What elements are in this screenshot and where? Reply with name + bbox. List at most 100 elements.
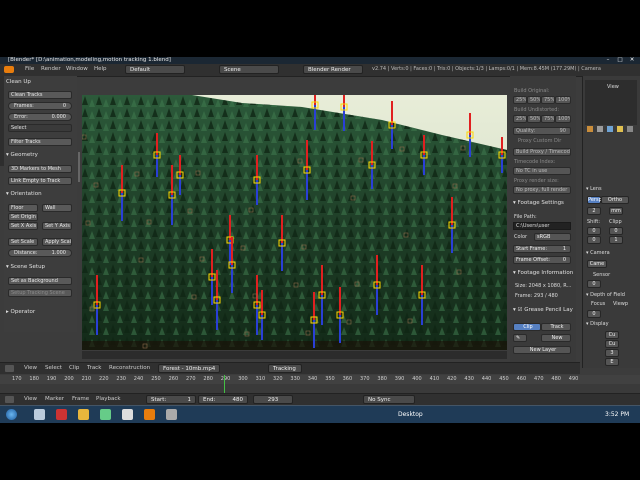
- menu-window[interactable]: Window: [66, 66, 88, 72]
- select-dropdown[interactable]: Select: [8, 124, 72, 132]
- dof-header[interactable]: ▾ Depth of Field: [586, 292, 625, 298]
- scene-icon[interactable]: [596, 126, 603, 132]
- clip-start-field[interactable]: 0: [609, 227, 623, 235]
- quality-field[interactable]: Quality: 90: [513, 127, 571, 135]
- disabled-track-marker[interactable]: [89, 306, 95, 312]
- cleanup-header[interactable]: Clean Up: [6, 78, 76, 86]
- taskbar-app-icon[interactable]: [56, 409, 67, 420]
- taskbar-blender-icon[interactable]: [144, 409, 155, 420]
- operator-header[interactable]: ▸ Operator: [6, 308, 76, 316]
- menu-file[interactable]: File: [25, 66, 34, 72]
- markers-to-mesh-button[interactable]: 3D Markers to Mesh: [8, 165, 72, 173]
- display-check-2[interactable]: Cu: [605, 340, 619, 348]
- apply-scale-button[interactable]: Apply Scal: [42, 238, 72, 246]
- floor-button[interactable]: Floor: [8, 204, 38, 212]
- clip-scrub-bar[interactable]: [82, 351, 507, 359]
- taskbar-app-icon[interactable]: [166, 409, 177, 420]
- render-icon[interactable]: [587, 126, 593, 132]
- disabled-track-marker[interactable]: [93, 182, 99, 188]
- set-x-axis-button[interactable]: Set X Axis: [8, 222, 38, 230]
- error-field[interactable]: Error: 0.000: [8, 113, 72, 121]
- build-undistorted-25[interactable]: 25%: [513, 115, 527, 123]
- disabled-track-marker[interactable]: [142, 343, 148, 349]
- frame-offset-field[interactable]: Frame Offset: 0: [513, 256, 571, 264]
- link-empty-button[interactable]: Link Empty to Track: [8, 177, 72, 185]
- set-scale-button[interactable]: Set Scale: [8, 238, 38, 246]
- footage-information-header[interactable]: ▾ Footage Information: [513, 270, 573, 276]
- display-header[interactable]: ▾ Display: [586, 321, 609, 327]
- gp-clip-tab[interactable]: Clip: [513, 323, 541, 331]
- build-original-100[interactable]: 100%: [555, 96, 571, 104]
- frames-field[interactable]: Frames: 0: [8, 102, 72, 110]
- maximize-button[interactable]: □: [614, 57, 626, 64]
- disabled-track-marker[interactable]: [195, 170, 201, 176]
- clean-tracks-button[interactable]: Clean Tracks: [8, 91, 72, 99]
- timeline-ruler[interactable]: 170 180 190 200 210 220 230 240 250 260 270 280 290 3…: [0, 375, 640, 384]
- blender-logo-icon[interactable]: [4, 66, 14, 73]
- disabled-track-marker[interactable]: [452, 183, 458, 189]
- dof-distance-field[interactable]: 0: [587, 310, 601, 318]
- build-original-25[interactable]: 25%: [513, 96, 527, 104]
- sync-dropdown[interactable]: No Sync: [363, 395, 415, 404]
- tl-menu-marker[interactable]: Marker: [45, 396, 64, 402]
- disabled-track-marker[interactable]: [407, 318, 413, 324]
- camera-data-icon[interactable]: [626, 126, 633, 132]
- disabled-track-marker[interactable]: [346, 319, 352, 325]
- display-check-4[interactable]: E: [605, 358, 619, 366]
- clip-menu-select[interactable]: Select: [45, 365, 62, 371]
- distance-field[interactable]: Distance: 1.000: [8, 249, 72, 257]
- taskbar-app-icon[interactable]: [122, 409, 133, 420]
- scene-dropdown[interactable]: Scene: [219, 65, 279, 74]
- clip-menu-reconstruction[interactable]: Reconstruction: [109, 365, 150, 371]
- menu-render[interactable]: Render: [41, 66, 61, 72]
- disabled-track-marker[interactable]: [248, 207, 254, 213]
- gp-track-tab[interactable]: Track: [541, 323, 571, 331]
- clip-menu-track[interactable]: Track: [87, 365, 101, 371]
- start-frame-field[interactable]: Start: 1: [146, 395, 196, 404]
- set-origin-button[interactable]: Set Origin: [8, 213, 38, 221]
- geometry-header[interactable]: ▾ Geometry: [6, 151, 76, 159]
- taskbar-folder-icon[interactable]: [78, 409, 89, 420]
- disabled-track-marker[interactable]: [187, 208, 193, 214]
- disabled-track-marker[interactable]: [297, 158, 303, 164]
- build-proxy-button[interactable]: Build Proxy / Timecode: [513, 148, 571, 156]
- taskbar-app-icon[interactable]: [100, 409, 111, 420]
- clip-selector[interactable]: Forest - 10mb.mp4: [158, 364, 220, 373]
- disabled-track-marker[interactable]: [301, 244, 307, 250]
- setup-tracking-scene-button[interactable]: Setup Tracking Scene: [8, 289, 72, 297]
- disabled-track-marker[interactable]: [138, 257, 144, 263]
- object-icon[interactable]: [616, 126, 623, 132]
- clip-menu-clip[interactable]: Clip: [69, 365, 79, 371]
- file-path-input[interactable]: C:\Users\user: [513, 222, 571, 230]
- set-background-button[interactable]: Set as Background: [8, 277, 72, 285]
- desktop-toolbar-label[interactable]: Desktop: [398, 411, 423, 418]
- gp-new-button[interactable]: New: [541, 334, 571, 342]
- disabled-track-marker[interactable]: [240, 245, 246, 251]
- mode-dropdown[interactable]: Tracking: [268, 364, 302, 373]
- footage-settings-header[interactable]: ▾ Footage Settings: [513, 200, 564, 206]
- timecode-dropdown[interactable]: No TC in use: [513, 167, 571, 175]
- disabled-track-marker[interactable]: [354, 281, 360, 287]
- build-undistorted-75[interactable]: 75%: [541, 115, 555, 123]
- perspective-button[interactable]: Persp: [587, 196, 602, 204]
- scrollbar[interactable]: [78, 152, 80, 182]
- disabled-track-marker[interactable]: [305, 330, 311, 336]
- lens-unit-dropdown[interactable]: mm: [609, 207, 623, 215]
- render-engine-dropdown[interactable]: Blender Render: [303, 65, 363, 74]
- disabled-track-marker[interactable]: [134, 171, 140, 177]
- start-button-icon[interactable]: [6, 409, 17, 420]
- disabled-track-marker[interactable]: [456, 269, 462, 275]
- current-frame-field[interactable]: 293: [253, 395, 293, 404]
- scene-setup-header[interactable]: ▾ Scene Setup: [6, 263, 76, 271]
- timeline[interactable]: 170 180 190 200 210 220 230 240 250 260 270 280 290 3…: [0, 375, 640, 393]
- pencil-icon[interactable]: ✎: [513, 334, 527, 342]
- clip-end-field[interactable]: 1: [609, 236, 623, 244]
- tl-menu-frame[interactable]: Frame: [72, 396, 89, 402]
- tl-menu-view[interactable]: View: [24, 396, 37, 402]
- new-layer-button[interactable]: New Layer: [513, 346, 571, 354]
- disabled-track-marker[interactable]: [399, 146, 405, 152]
- disabled-track-marker[interactable]: [350, 195, 356, 201]
- set-y-axis-button[interactable]: Set Y Axis: [42, 222, 72, 230]
- layout-dropdown[interactable]: Default: [125, 65, 185, 74]
- wall-button[interactable]: Wall: [42, 204, 72, 212]
